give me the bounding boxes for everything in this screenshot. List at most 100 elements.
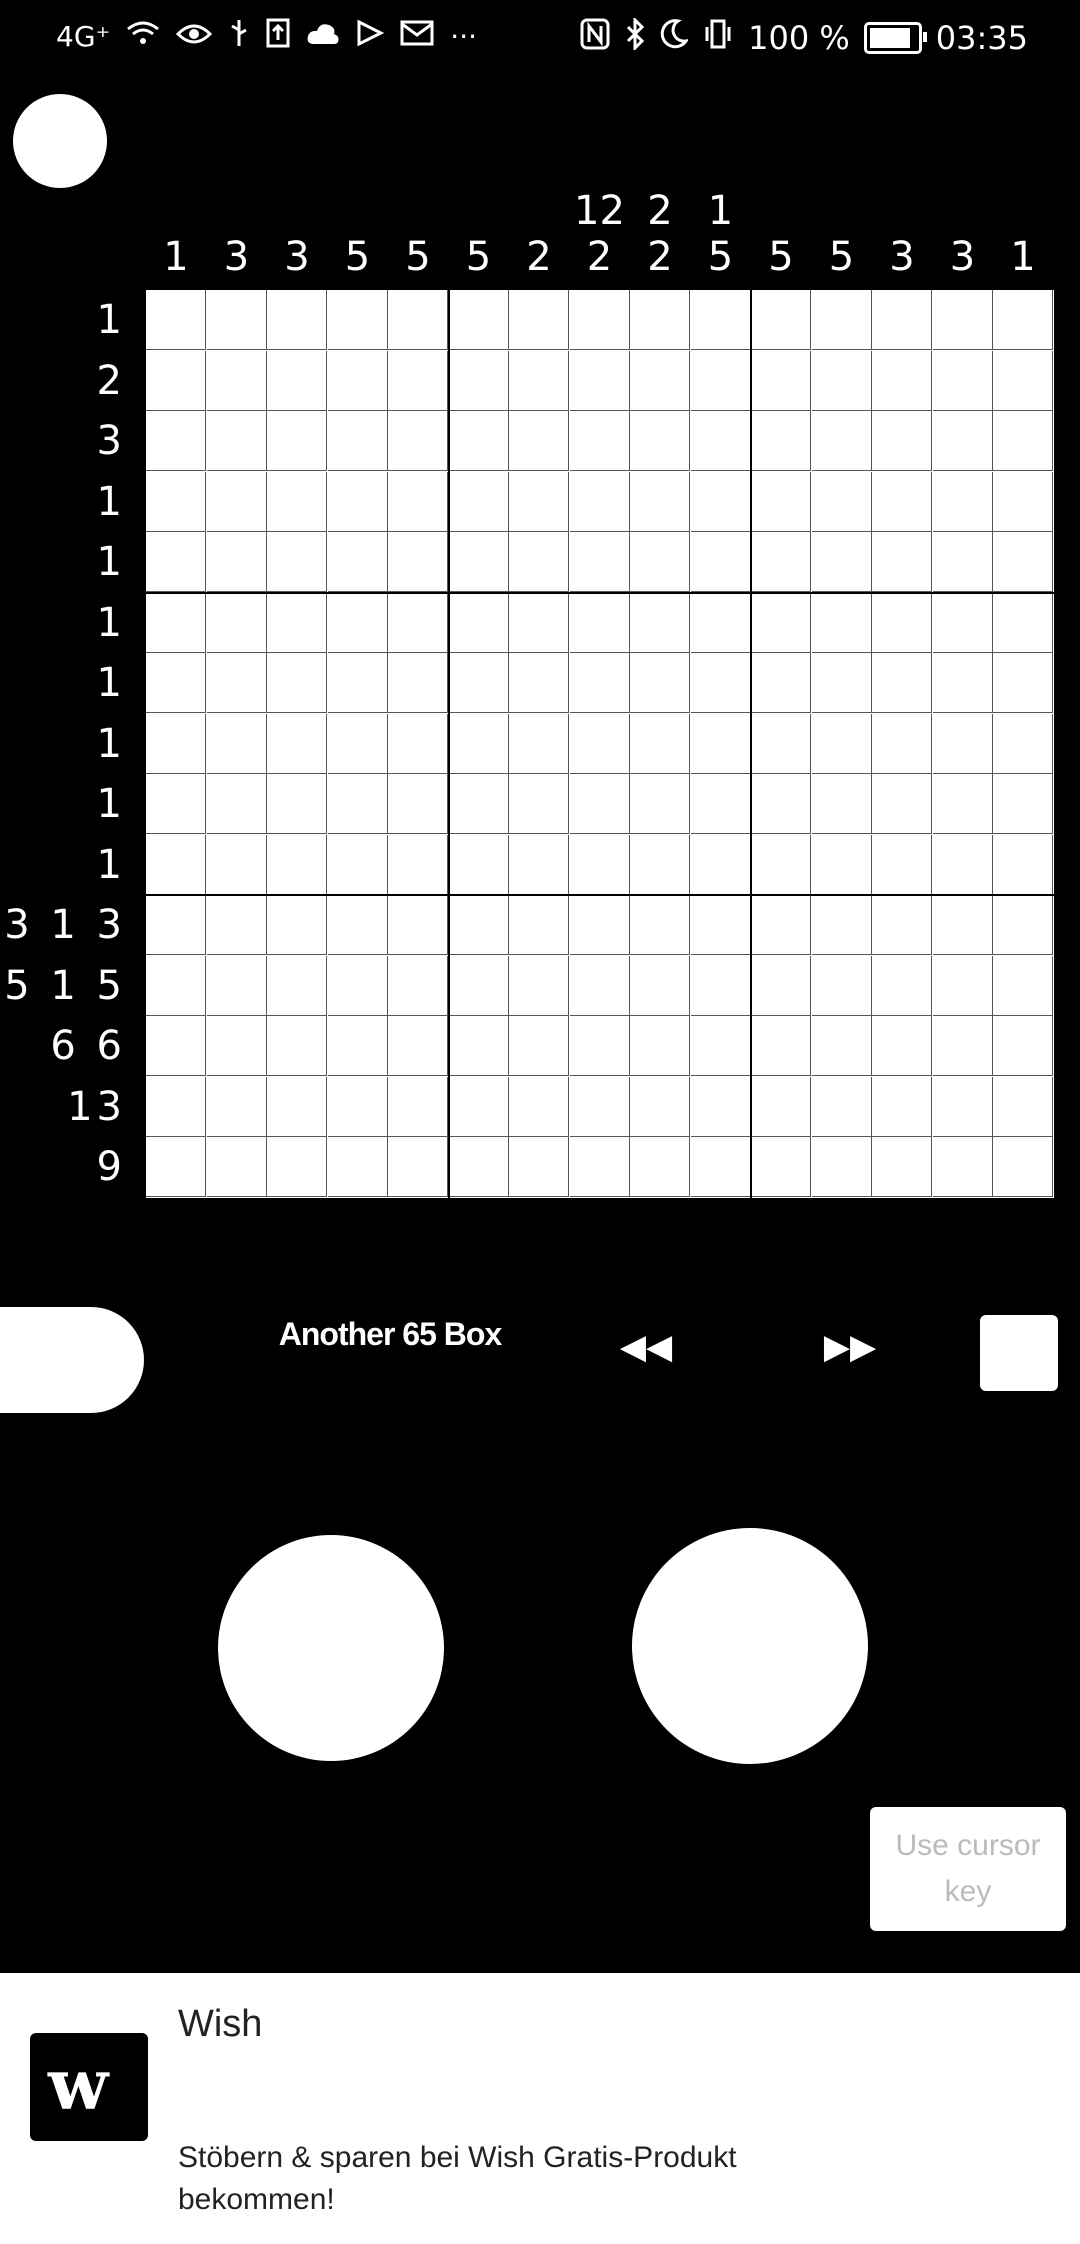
grid-cell[interactable] bbox=[932, 290, 993, 350]
grid-cell[interactable] bbox=[872, 834, 932, 895]
grid-cell[interactable] bbox=[448, 1016, 509, 1076]
grid-cell[interactable] bbox=[388, 411, 448, 471]
grid-cell[interactable] bbox=[146, 290, 206, 350]
grid-cell[interactable] bbox=[872, 1076, 932, 1137]
grid-cell[interactable] bbox=[690, 955, 751, 1016]
grid-cell[interactable] bbox=[993, 895, 1053, 955]
grid-cell[interactable] bbox=[206, 290, 267, 350]
grid-cell[interactable] bbox=[690, 411, 751, 471]
grid-cell[interactable] bbox=[388, 713, 448, 774]
grid-cell[interactable] bbox=[569, 1137, 630, 1197]
grid-cell[interactable] bbox=[206, 411, 267, 471]
grid-cell[interactable] bbox=[267, 290, 327, 350]
grid-cell[interactable] bbox=[509, 1016, 569, 1076]
grid-cell[interactable] bbox=[327, 834, 388, 895]
grid-cell[interactable] bbox=[690, 834, 751, 895]
grid-cell[interactable] bbox=[388, 653, 448, 713]
grid-cell[interactable] bbox=[993, 532, 1053, 592]
grid-cell[interactable] bbox=[932, 1016, 993, 1076]
grid-cell[interactable] bbox=[811, 653, 872, 713]
grid-cell[interactable] bbox=[509, 774, 569, 834]
grid-cell[interactable] bbox=[993, 834, 1053, 895]
grid-cell[interactable] bbox=[811, 532, 872, 592]
grid-cell[interactable] bbox=[267, 471, 327, 532]
grid-cell[interactable] bbox=[388, 471, 448, 532]
grid-cell[interactable] bbox=[993, 1076, 1053, 1137]
grid-cell[interactable] bbox=[993, 411, 1053, 471]
grid-cell[interactable] bbox=[872, 532, 932, 592]
grid-cell[interactable] bbox=[993, 774, 1053, 834]
grid-cell[interactable] bbox=[206, 1137, 267, 1197]
grid-cell[interactable] bbox=[146, 532, 206, 592]
grid-cell[interactable] bbox=[751, 471, 811, 532]
grid-cell[interactable] bbox=[993, 713, 1053, 774]
grid-cell[interactable] bbox=[872, 350, 932, 411]
grid-cell[interactable] bbox=[690, 895, 751, 955]
grid-cell[interactable] bbox=[751, 592, 811, 653]
grid-cell[interactable] bbox=[569, 895, 630, 955]
grid-cell[interactable] bbox=[509, 713, 569, 774]
grid-cell[interactable] bbox=[872, 653, 932, 713]
grid-cell[interactable] bbox=[327, 713, 388, 774]
grid-cell[interactable] bbox=[932, 532, 993, 592]
grid-cell[interactable] bbox=[932, 1076, 993, 1137]
grid-cell[interactable] bbox=[932, 350, 993, 411]
grid-cell[interactable] bbox=[993, 1016, 1053, 1076]
grid-cell[interactable] bbox=[872, 592, 932, 653]
grid-cell[interactable] bbox=[569, 411, 630, 471]
grid-cell[interactable] bbox=[751, 1137, 811, 1197]
grid-cell[interactable] bbox=[569, 471, 630, 532]
grid-cell[interactable] bbox=[267, 592, 327, 653]
grid-cell[interactable] bbox=[327, 411, 388, 471]
grid-cell[interactable] bbox=[509, 955, 569, 1016]
menu-button[interactable] bbox=[13, 94, 107, 188]
grid-cell[interactable] bbox=[811, 1016, 872, 1076]
grid-cell[interactable] bbox=[388, 350, 448, 411]
grid-cell[interactable] bbox=[690, 471, 751, 532]
grid-cell[interactable] bbox=[448, 713, 509, 774]
grid-cell[interactable] bbox=[327, 895, 388, 955]
grid-cell[interactable] bbox=[388, 834, 448, 895]
grid-cell[interactable] bbox=[872, 1137, 932, 1197]
grid-cell[interactable] bbox=[630, 532, 690, 592]
grid-cell[interactable] bbox=[448, 350, 509, 411]
grid-cell[interactable] bbox=[872, 411, 932, 471]
grid-cell[interactable] bbox=[569, 1076, 630, 1137]
grid-cell[interactable] bbox=[872, 713, 932, 774]
grid-cell[interactable] bbox=[509, 411, 569, 471]
previous-puzzle-button[interactable]: ◀◀ bbox=[616, 1327, 676, 1367]
grid-cell[interactable] bbox=[327, 350, 388, 411]
grid-cell[interactable] bbox=[146, 774, 206, 834]
grid-cell[interactable] bbox=[267, 774, 327, 834]
grid-cell[interactable] bbox=[630, 411, 690, 471]
grid-cell[interactable] bbox=[872, 955, 932, 1016]
grid-cell[interactable] bbox=[448, 592, 509, 653]
grid-cell[interactable] bbox=[146, 592, 206, 653]
grid-cell[interactable] bbox=[206, 350, 267, 411]
grid-cell[interactable] bbox=[690, 592, 751, 653]
grid-cell[interactable] bbox=[690, 290, 751, 350]
grid-cell[interactable] bbox=[448, 290, 509, 350]
mark-button[interactable] bbox=[632, 1528, 868, 1764]
grid-cell[interactable] bbox=[811, 955, 872, 1016]
grid-cell[interactable] bbox=[811, 290, 872, 350]
grid-cell[interactable] bbox=[690, 774, 751, 834]
grid-cell[interactable] bbox=[448, 471, 509, 532]
grid-cell[interactable] bbox=[509, 350, 569, 411]
grid-cell[interactable] bbox=[630, 290, 690, 350]
grid-cell[interactable] bbox=[690, 1016, 751, 1076]
grid-cell[interactable] bbox=[448, 532, 509, 592]
grid-cell[interactable] bbox=[993, 290, 1053, 350]
grid-cell[interactable] bbox=[327, 1016, 388, 1076]
side-pill-button[interactable] bbox=[0, 1307, 144, 1413]
grid-cell[interactable] bbox=[388, 1076, 448, 1137]
grid-cell[interactable] bbox=[146, 713, 206, 774]
grid-cell[interactable] bbox=[811, 1076, 872, 1137]
grid-cell[interactable] bbox=[206, 532, 267, 592]
grid-cell[interactable] bbox=[993, 592, 1053, 653]
grid-cell[interactable] bbox=[932, 895, 993, 955]
grid-cell[interactable] bbox=[630, 1076, 690, 1137]
grid-cell[interactable] bbox=[811, 592, 872, 653]
grid-cell[interactable] bbox=[872, 895, 932, 955]
grid-cell[interactable] bbox=[872, 471, 932, 532]
